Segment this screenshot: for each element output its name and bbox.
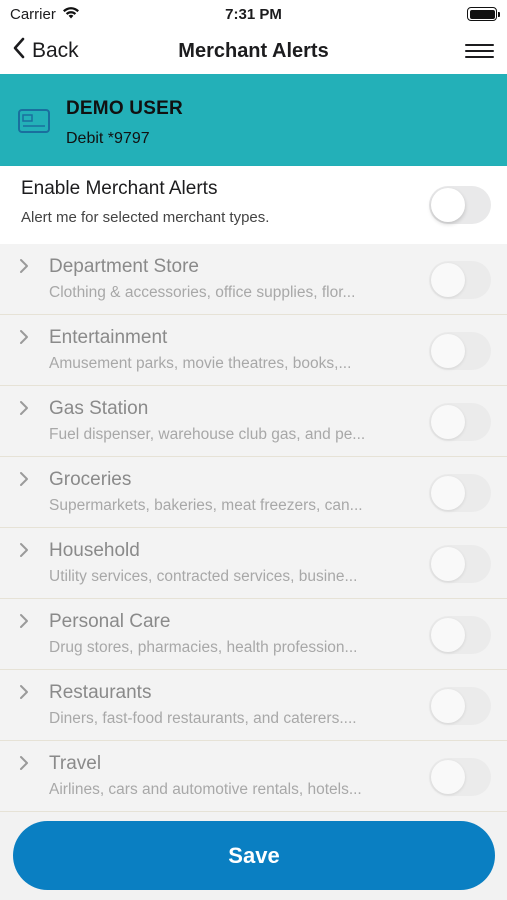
category-description: Clothing & accessories, office supplies,… — [49, 284, 356, 301]
category-name: Groceries — [49, 469, 132, 490]
category-toggle-groceries[interactable] — [429, 474, 491, 512]
hamburger-menu-icon[interactable] — [465, 40, 494, 62]
chevron-right-icon — [19, 258, 29, 279]
category-toggle-travel[interactable] — [429, 758, 491, 796]
category-toggle-household[interactable] — [429, 545, 491, 583]
status-bar: Carrier 7:31 PM — [0, 0, 507, 28]
status-left: Carrier — [10, 6, 467, 23]
category-name: Entertainment — [49, 327, 168, 348]
back-button[interactable]: Back — [12, 37, 79, 65]
category-toggle-gas-station[interactable] — [429, 403, 491, 441]
category-toggle-entertainment[interactable] — [429, 332, 491, 370]
chevron-right-icon — [19, 471, 29, 492]
category-toggle-personal-care[interactable] — [429, 616, 491, 654]
category-row-personal-care[interactable]: Personal Care Drug stores, pharmacies, h… — [0, 599, 507, 670]
chevron-right-icon — [19, 542, 29, 563]
save-button[interactable]: Save — [13, 821, 495, 890]
category-row-department-store[interactable]: Department Store Clothing & accessories,… — [0, 244, 507, 315]
account-banner: DEMO USER Debit *9797 — [0, 74, 507, 166]
category-description: Amusement parks, movie theatres, books,.… — [49, 355, 352, 372]
category-description: Diners, fast-food restaurants, and cater… — [49, 710, 357, 727]
category-row-entertainment[interactable]: Entertainment Amusement parks, movie the… — [0, 315, 507, 386]
nav-bar: Back Merchant Alerts — [0, 28, 507, 74]
enable-merchant-alerts-row: Enable Merchant Alerts Alert me for sele… — [0, 166, 507, 244]
chevron-right-icon — [19, 400, 29, 421]
enable-title: Enable Merchant Alerts — [21, 178, 218, 199]
category-description: Fuel dispenser, warehouse club gas, and … — [49, 426, 366, 443]
enable-merchant-alerts-toggle[interactable] — [429, 186, 491, 224]
category-row-restaurants[interactable]: Restaurants Diners, fast-food restaurant… — [0, 670, 507, 741]
category-name: Gas Station — [49, 398, 149, 419]
chevron-right-icon — [19, 329, 29, 350]
category-description: Utility services, contracted services, b… — [49, 568, 358, 585]
category-row-groceries[interactable]: Groceries Supermarkets, bakeries, meat f… — [0, 457, 507, 528]
category-name: Personal Care — [49, 611, 171, 632]
battery-icon — [467, 7, 500, 21]
back-label: Back — [32, 39, 79, 62]
category-name: Department Store — [49, 256, 199, 277]
category-description: Supermarkets, bakeries, meat freezers, c… — [49, 497, 363, 514]
category-row-travel[interactable]: Travel Airlines, cars and automotive ren… — [0, 741, 507, 812]
chevron-left-icon — [12, 37, 26, 65]
account-info: DEMO USER Debit *9797 — [66, 98, 183, 148]
chevron-right-icon — [19, 755, 29, 776]
carrier-label: Carrier — [10, 5, 56, 23]
category-description: Airlines, cars and automotive rentals, h… — [49, 781, 362, 798]
category-toggle-restaurants[interactable] — [429, 687, 491, 725]
category-toggle-department-store[interactable] — [429, 261, 491, 299]
credit-card-icon — [18, 109, 50, 138]
enable-subtitle: Alert me for selected merchant types. — [21, 209, 270, 226]
account-subtitle: Debit *9797 — [66, 130, 150, 147]
category-name: Household — [49, 540, 140, 561]
category-list: Department Store Clothing & accessories,… — [0, 244, 507, 812]
category-row-household[interactable]: Household Utility services, contracted s… — [0, 528, 507, 599]
category-description: Drug stores, pharmacies, health professi… — [49, 639, 358, 656]
category-row-gas-station[interactable]: Gas Station Fuel dispenser, warehouse cl… — [0, 386, 507, 457]
status-right — [467, 7, 500, 21]
category-name: Travel — [49, 753, 102, 774]
account-name: DEMO USER — [66, 98, 183, 119]
chevron-right-icon — [19, 613, 29, 634]
category-name: Restaurants — [49, 682, 152, 703]
wifi-icon — [62, 6, 80, 23]
chevron-right-icon — [19, 684, 29, 705]
